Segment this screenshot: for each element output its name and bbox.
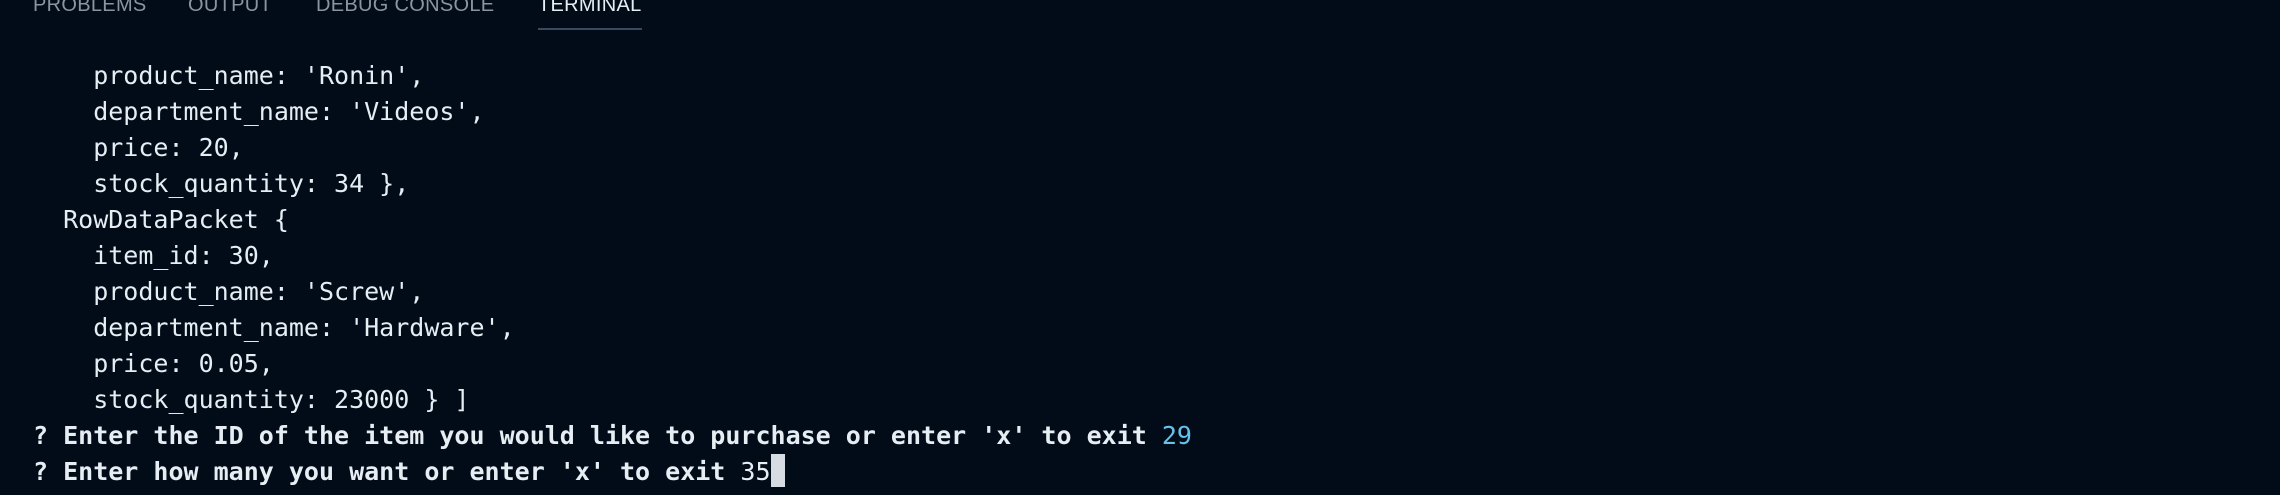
- terminal-line: price: 20,: [33, 133, 244, 162]
- terminal-line: department_name: 'Hardware',: [33, 313, 515, 342]
- terminal-line: product_name: 'Ronin',: [33, 61, 425, 90]
- prompt-question-quantity: ? Enter how many you want or enter 'x' t…: [33, 457, 741, 486]
- tab-debug-console[interactable]: DEBUG CONSOLE: [316, 0, 494, 31]
- terminal-output[interactable]: product_name: 'Ronin', department_name: …: [0, 58, 2280, 495]
- terminal-line: RowDataPacket {: [33, 205, 289, 234]
- panel-tab-bar: PROBLEMS OUTPUT DEBUG CONSOLE TERMINAL: [0, 0, 2280, 36]
- tab-terminal[interactable]: TERMINAL: [538, 0, 642, 31]
- terminal-input[interactable]: 35: [740, 457, 770, 486]
- active-tab-indicator: [538, 28, 642, 30]
- terminal-cursor: [770, 454, 785, 487]
- tab-problems-label: PROBLEMS: [33, 0, 147, 16]
- prompt-line-item-id: ? Enter the ID of the item you would lik…: [33, 418, 1192, 454]
- terminal-line: stock_quantity: 34 },: [33, 169, 410, 198]
- prompt-answer-item-id: 29: [1161, 421, 1192, 450]
- terminal-panel: PROBLEMS OUTPUT DEBUG CONSOLE TERMINAL p…: [0, 0, 2280, 495]
- tab-terminal-label: TERMINAL: [538, 0, 642, 16]
- tab-problems[interactable]: PROBLEMS: [33, 0, 147, 31]
- tab-debug-console-label: DEBUG CONSOLE: [316, 0, 495, 16]
- prompt-question-item-id: ? Enter the ID of the item you would lik…: [33, 421, 1162, 450]
- prompt-line-quantity: ? Enter how many you want or enter 'x' t…: [33, 454, 785, 490]
- tab-output[interactable]: OUTPUT: [188, 0, 272, 31]
- terminal-line: item_id: 30,: [33, 241, 274, 270]
- terminal-line: department_name: 'Videos',: [33, 97, 485, 126]
- terminal-line: product_name: 'Screw',: [33, 277, 425, 306]
- terminal-line: stock_quantity: 23000 } ]: [33, 385, 470, 414]
- terminal-line: price: 0.05,: [33, 349, 274, 378]
- tab-output-label: OUTPUT: [188, 0, 273, 16]
